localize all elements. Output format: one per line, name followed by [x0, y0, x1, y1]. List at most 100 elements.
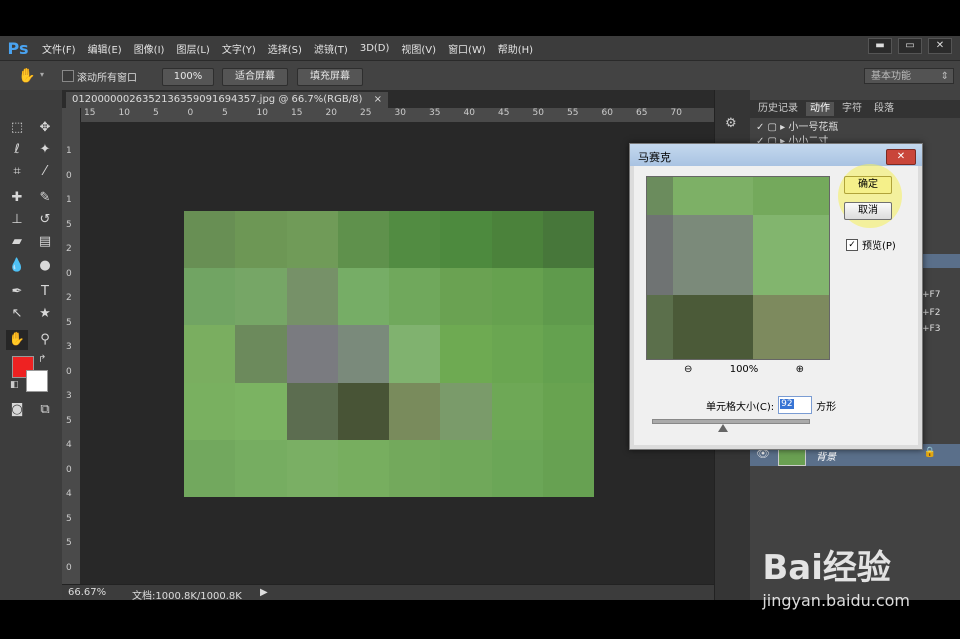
fill-screen-button[interactable]: 填充屏幕 [297, 68, 363, 86]
menu-3d[interactable]: 3D(D) [354, 43, 396, 54]
history-brush-icon[interactable]: ↺ [34, 210, 56, 230]
healing-brush-icon[interactable]: ✚ [6, 188, 28, 208]
fit-screen-button[interactable]: 适合屏幕 [222, 68, 288, 86]
actions-panel-icon[interactable]: ⚙ [725, 116, 737, 131]
status-bar: 66.67% 文档:1000.8K/1000.8K ▶ [62, 584, 714, 602]
move-tool-icon[interactable]: ✥ [34, 118, 56, 138]
hand-tool-icon[interactable]: ✋ [6, 330, 28, 350]
mosaic-cell [184, 382, 236, 440]
window-controls: ▬ ▭ ✕ [868, 38, 952, 54]
dialog-close-button[interactable]: ✕ [886, 149, 916, 165]
tab-actions[interactable]: 动作 [806, 102, 834, 116]
ruler-tick-label: 5 [153, 108, 159, 118]
mosaic-cell [389, 268, 441, 326]
cell-size-value: 92 [780, 399, 794, 409]
background-color[interactable] [26, 370, 48, 392]
cancel-button[interactable]: 取消 [844, 202, 892, 220]
restore-button[interactable]: ▭ [898, 38, 922, 54]
default-colors-icon[interactable]: ◧ [10, 380, 19, 390]
brush-tool-icon[interactable]: ✎ [34, 188, 56, 208]
marquee-tool-icon[interactable]: ⬚ [6, 118, 28, 138]
shape-tool-icon[interactable]: ★ [34, 304, 56, 324]
dialog-titlebar[interactable]: 马赛克 ✕ [630, 144, 922, 166]
ruler-tick-label: 3 [66, 391, 72, 401]
preview-cell [673, 215, 753, 295]
minimize-button[interactable]: ▬ [868, 38, 892, 54]
preview-cell [753, 177, 829, 215]
filter-preview[interactable] [646, 176, 830, 360]
status-menu-icon[interactable]: ▶ [260, 587, 268, 598]
ruler-tick-label: 35 [429, 108, 441, 118]
workspace-label: 基本功能 [871, 71, 911, 82]
mosaic-cell [491, 439, 543, 497]
ruler-tick-label: 15 [84, 108, 96, 118]
pen-tool-icon[interactable]: ✒ [6, 282, 28, 302]
menu-select[interactable]: 选择(S) [262, 41, 308, 56]
menu-image[interactable]: 图像(I) [128, 41, 171, 56]
type-tool-icon[interactable]: T [34, 282, 56, 302]
mosaic-cell [286, 268, 338, 326]
slider-thumb[interactable] [718, 424, 728, 432]
menu-view[interactable]: 视图(V) [395, 41, 442, 56]
menu-type[interactable]: 文字(Y) [216, 41, 262, 56]
tab-character[interactable]: 字符 [838, 102, 866, 116]
blur-tool-icon[interactable]: 💧 [6, 256, 28, 276]
menu-edit[interactable]: 编辑(E) [82, 41, 128, 56]
eraser-tool-icon[interactable]: ▰ [6, 232, 28, 252]
ruler-tick-label: 50 [532, 108, 544, 118]
gradient-tool-icon[interactable]: ▤ [34, 232, 56, 252]
shortcut-f3: +F3 [922, 324, 941, 334]
mosaic-cell [389, 382, 441, 440]
document-tab[interactable]: 012000000263521363590916943​57.jpg @ 66.… [66, 92, 388, 108]
zoom-in-icon[interactable]: ⊕ [796, 364, 804, 375]
ruler-tick-label: 0 [66, 562, 72, 573]
zoom-tool-icon[interactable]: ⚲ [34, 330, 56, 350]
chevron-down-icon[interactable]: ▾ [40, 70, 44, 79]
menu-window[interactable]: 窗口(W) [442, 41, 492, 56]
menu-file[interactable]: 文件(F) [36, 41, 82, 56]
menu-layer[interactable]: 图层(L) [170, 41, 215, 56]
swap-colors-icon[interactable]: ↱ [38, 354, 46, 365]
tab-paragraph[interactable]: 段落 [870, 102, 898, 116]
ruler-tick-label: 15 [291, 108, 303, 118]
ruler-tick-label: 2 [66, 244, 72, 254]
mosaic-cell [337, 211, 389, 269]
ruler-tick-label: 0 [66, 366, 72, 377]
preview-checkbox[interactable]: ✓ [846, 238, 858, 251]
hand-tool-icon[interactable]: ✋ [18, 68, 35, 84]
mosaic-cell [235, 211, 287, 269]
scroll-all-checkbox[interactable] [62, 70, 74, 82]
preview-toggle[interactable]: ✓ 预览(P) [846, 237, 896, 252]
dodge-tool-icon[interactable]: ● [34, 256, 56, 276]
mosaic-cell [337, 325, 389, 383]
mosaic-cell [542, 325, 594, 383]
lasso-tool-icon[interactable]: ℓ [6, 140, 28, 160]
cell-size-input[interactable]: 92 [778, 396, 813, 414]
cell-size-slider[interactable] [652, 419, 810, 424]
mosaic-cell [440, 325, 492, 383]
canvas-area[interactable] [80, 122, 714, 584]
close-icon[interactable]: × [374, 94, 382, 105]
zoom-out-icon[interactable]: ⊖ [684, 364, 692, 375]
zoom-level[interactable]: 66.67% [68, 587, 106, 598]
layer-name[interactable]: 背景 [816, 448, 836, 463]
stamp-tool-icon[interactable]: ⊥ [6, 210, 28, 230]
quick-mask-icon[interactable]: ◙ [6, 400, 28, 420]
ok-button[interactable]: 确定 [844, 176, 892, 194]
menu-filter[interactable]: 滤镜(T) [308, 41, 354, 56]
mosaic-image[interactable] [184, 211, 594, 497]
mosaic-cell [286, 211, 338, 269]
action-item[interactable]: ✓ ▢ ▸ 小一号花瓶 [756, 118, 838, 133]
crop-tool-icon[interactable]: ⌗ [6, 162, 28, 182]
eyedropper-icon[interactable]: ⁄ [34, 162, 56, 182]
watermark-brand: Bai经验 [762, 548, 891, 588]
workspace-select[interactable]: 基本功能 ⇕ [864, 68, 954, 84]
path-select-icon[interactable]: ↖ [6, 304, 28, 324]
zoom-100-button[interactable]: 100% [162, 68, 214, 86]
tab-history[interactable]: 历史记录 [754, 102, 802, 116]
menu-help[interactable]: 帮助(H) [492, 41, 539, 56]
magic-wand-icon[interactable]: ✦ [34, 140, 56, 160]
screen-mode-icon[interactable]: ⧉ [34, 400, 56, 420]
close-button[interactable]: ✕ [928, 38, 952, 54]
mosaic-cell [337, 439, 389, 497]
